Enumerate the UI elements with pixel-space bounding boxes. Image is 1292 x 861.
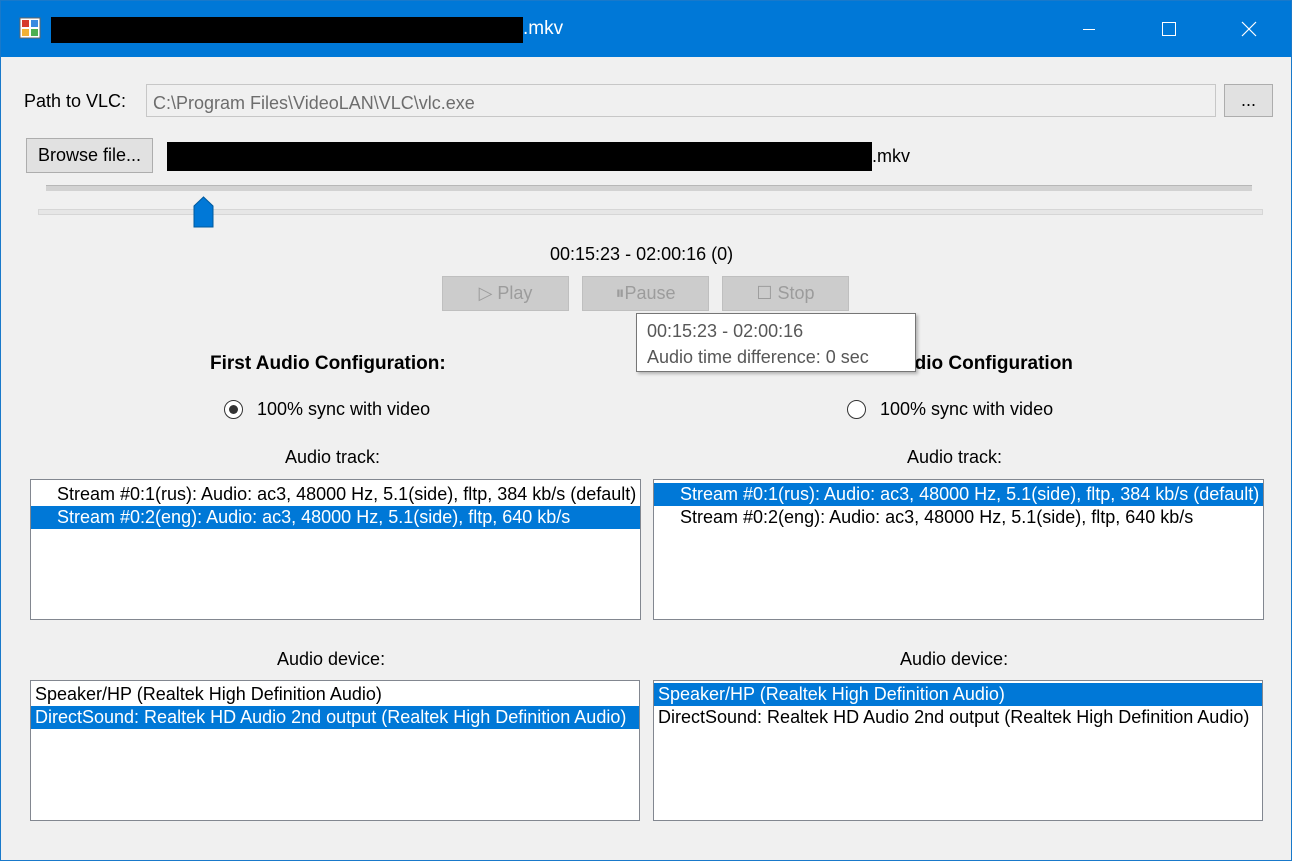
tooltip-time: 00:15:23 - 02:00:16	[647, 321, 804, 341]
file-path-redaction	[167, 142, 872, 171]
tooltip-difference: Audio time difference: 0 sec	[647, 347, 869, 367]
left-track-list[interactable]: Stream #0:1(rus): Audio: ac3, 48000 Hz, …	[30, 479, 641, 620]
right-device-list[interactable]: Speaker/HP (Realtek High Definition Audi…	[653, 680, 1263, 821]
close-icon	[1241, 21, 1257, 37]
left-device-list[interactable]: Speaker/HP (Realtek High Definition Audi…	[30, 680, 640, 821]
window-title: .mkv	[523, 18, 564, 39]
right-track-item[interactable]: Stream #0:1(rus): Audio: ac3, 48000 Hz, …	[654, 483, 1263, 506]
first-config-heading: First Audio Configuration:	[210, 353, 446, 374]
left-track-item[interactable]: Stream #0:2(eng): Audio: ac3, 48000 Hz, …	[31, 506, 640, 529]
maximize-icon	[1162, 22, 1176, 36]
close-button[interactable]	[1209, 1, 1289, 57]
radio-icon	[224, 400, 243, 419]
seek-track[interactable]	[38, 209, 1263, 215]
right-track-list[interactable]: Stream #0:1(rus): Audio: ac3, 48000 Hz, …	[653, 479, 1264, 620]
left-sync-label: 100% sync with video	[257, 399, 431, 419]
main-window: .mkv Path to VLC: ... Browse file... .mk…	[0, 0, 1292, 861]
right-device-label: Audio device:	[900, 649, 1009, 669]
left-track-item[interactable]: Stream #0:1(rus): Audio: ac3, 48000 Hz, …	[31, 483, 640, 506]
left-device-item[interactable]: Speaker/HP (Realtek High Definition Audi…	[31, 683, 639, 706]
file-name-suffix: .mkv	[872, 146, 910, 166]
right-track-label: Audio track:	[907, 447, 1003, 467]
title-bar[interactable]: .mkv	[1, 1, 1291, 57]
second-config-heading: udio Configuration	[903, 353, 1073, 374]
right-track-item[interactable]: Stream #0:2(eng): Audio: ac3, 48000 Hz, …	[654, 506, 1263, 529]
right-device-item[interactable]: Speaker/HP (Realtek High Definition Audi…	[654, 683, 1262, 706]
minimize-icon	[1083, 29, 1095, 30]
title-redaction	[51, 17, 523, 43]
right-device-item[interactable]: DirectSound: Realtek HD Audio 2nd output…	[654, 706, 1262, 729]
time-readout: 00:15:23 - 02:00:16 (0)	[550, 244, 734, 264]
right-sync-radio[interactable]: 100% sync with video	[847, 399, 1053, 420]
left-device-item[interactable]: DirectSound: Realtek HD Audio 2nd output…	[31, 706, 639, 729]
radio-icon	[847, 400, 866, 419]
vlc-path-label: Path to VLC:	[24, 91, 127, 111]
minimize-button[interactable]	[1049, 1, 1129, 57]
left-track-label: Audio track:	[285, 447, 381, 467]
browse-file-button[interactable]: Browse file...	[26, 138, 153, 173]
pause-button[interactable]: ⏸Pause	[582, 276, 709, 311]
vlc-path-field[interactable]	[146, 84, 1216, 117]
left-sync-radio[interactable]: 100% sync with video	[224, 399, 430, 420]
left-device-label: Audio device:	[277, 649, 386, 669]
maximize-button[interactable]	[1129, 1, 1209, 57]
app-icon	[19, 17, 41, 39]
play-button[interactable]: ▷ Play	[442, 276, 569, 311]
progress-track	[46, 185, 1252, 191]
slider-thumb-icon[interactable]	[193, 196, 214, 228]
stop-button[interactable]: ☐ Stop	[722, 276, 849, 311]
vlc-browse-button[interactable]: ...	[1224, 84, 1273, 117]
right-sync-label: 100% sync with video	[880, 399, 1054, 419]
tooltip: 00:15:23 - 02:00:16 Audio time differenc…	[636, 313, 916, 372]
